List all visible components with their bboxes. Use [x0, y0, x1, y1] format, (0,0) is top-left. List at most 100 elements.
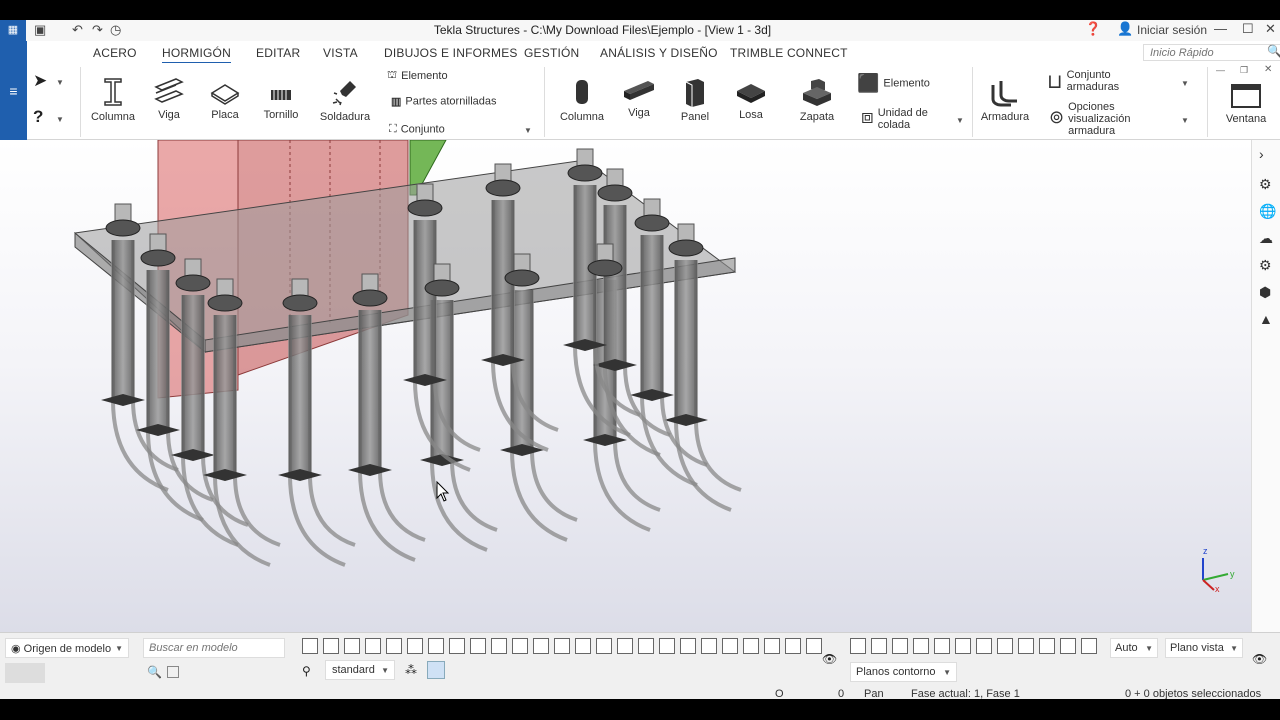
anchor-washer-plate[interactable]	[278, 469, 322, 481]
selection-switch-icon[interactable]	[701, 638, 717, 654]
expand-panel-icon[interactable]: ›	[1259, 146, 1277, 164]
selection-filter-select[interactable]: standard ▼	[325, 660, 395, 680]
ribbon-minimize-icon[interactable]: —	[1216, 65, 1225, 75]
steel-element-button[interactable]: ⛫ Elemento	[387, 69, 448, 83]
signin-link[interactable]: Iniciar sesión	[1137, 23, 1207, 37]
panel-button[interactable]: Panel	[670, 77, 720, 123]
anchor-nut[interactable]	[352, 289, 388, 307]
selection-switch-icon[interactable]	[659, 638, 675, 654]
anchor-rod[interactable]	[182, 295, 204, 455]
selection-switch-icon[interactable]	[323, 638, 339, 654]
maximize-icon[interactable]: ☐	[1242, 21, 1254, 37]
selection-switch-icon[interactable]	[575, 638, 591, 654]
snap-switch-icon[interactable]	[1018, 638, 1034, 654]
tab-acero[interactable]: ACERO	[93, 46, 137, 60]
tab-editar[interactable]: EDITAR	[256, 46, 300, 60]
concrete-column-button[interactable]: Columna	[554, 77, 610, 123]
ribbon-close-icon[interactable]: ✕	[1264, 64, 1272, 75]
selection-switch-icon[interactable]	[428, 638, 444, 654]
anchor-washer-plate[interactable]	[203, 469, 247, 481]
steel-more-dropdown-icon[interactable]: ▼	[524, 126, 532, 135]
snap-switch-icon[interactable]	[1081, 638, 1097, 654]
anchor-rod[interactable]	[604, 205, 626, 365]
selection-switch-icon[interactable]	[344, 638, 360, 654]
rebar-button[interactable]: Armadura	[977, 77, 1033, 123]
search-icon[interactable]: 🔍	[1267, 44, 1280, 58]
select-assembly-icon[interactable]	[427, 661, 445, 679]
anchor-nut[interactable]	[105, 219, 141, 237]
filter-icon[interactable]: ⚲	[302, 664, 311, 678]
snap-switch-icon[interactable]	[976, 638, 992, 654]
anchor-washer-plate[interactable]	[630, 389, 674, 401]
selection-switch-icon[interactable]	[386, 638, 402, 654]
snap-switch-icon[interactable]	[934, 638, 950, 654]
status-phase[interactable]: Fase actual: 1, Fase 1	[911, 688, 1020, 699]
work-plane-selector[interactable]: ◉ Origen de modelo ▼	[5, 638, 129, 658]
snap-depth-select[interactable]: Auto ▼	[1110, 638, 1158, 658]
anchor-rod[interactable]	[414, 220, 436, 380]
tab-vista[interactable]: VISTA	[323, 46, 358, 60]
selection-switch-icon[interactable]	[491, 638, 507, 654]
snap-buttons[interactable]	[5, 663, 45, 683]
selection-switch-icon[interactable]	[764, 638, 780, 654]
snap-switch-icon[interactable]	[1039, 638, 1055, 654]
selection-switch-icon[interactable]	[449, 638, 465, 654]
close-icon[interactable]: ✕	[1265, 21, 1276, 37]
anchor-nut[interactable]	[504, 269, 540, 287]
bolted-parts-button[interactable]: ▥ Partes atornilladas	[391, 95, 497, 108]
selection-switch-icon[interactable]	[638, 638, 654, 654]
settings-icon[interactable]: ⚙	[1259, 257, 1277, 275]
tab-hormigon[interactable]: HORMIGÓN	[162, 46, 231, 64]
snap-switch-icon[interactable]	[955, 638, 971, 654]
snap-switch-icon[interactable]	[1060, 638, 1076, 654]
snap-switch-icon[interactable]	[997, 638, 1013, 654]
selection-switch-icon[interactable]	[554, 638, 570, 654]
anchor-nut[interactable]	[175, 274, 211, 292]
select-dropdown-icon[interactable]: ▼	[56, 78, 64, 87]
snap-switch-icon[interactable]	[892, 638, 908, 654]
snap-switch-icon[interactable]	[871, 638, 887, 654]
tab-gestion[interactable]: GESTIÓN	[524, 46, 579, 60]
selection-switch-icon[interactable]	[302, 638, 318, 654]
contour-planes-select[interactable]: Planos contorno ▼	[850, 662, 957, 682]
concrete-element-button[interactable]: ⬛ Elemento	[857, 73, 930, 94]
anchor-nut[interactable]	[424, 279, 460, 297]
search-icon[interactable]: 🔍	[147, 665, 162, 679]
selection-switch-icon[interactable]	[785, 638, 801, 654]
selection-switch-icon[interactable]	[470, 638, 486, 654]
side-pane-toggle[interactable]: ≡	[0, 41, 27, 140]
minimize-icon[interactable]: —	[1214, 21, 1227, 36]
selection-switch-icon[interactable]	[743, 638, 759, 654]
rebar-assembly-button[interactable]: ⊔ Conjunto armaduras	[1047, 69, 1197, 94]
selection-switch-icon[interactable]	[512, 638, 528, 654]
rebar-display-dropdown-icon[interactable]: ▼	[1181, 116, 1189, 125]
footing-button[interactable]: Zapata	[791, 77, 843, 123]
steel-beam-button[interactable]: Viga	[145, 77, 193, 121]
anchor-washer-plate[interactable]	[664, 414, 708, 426]
anchor-washer-plate[interactable]	[136, 424, 180, 436]
catalog-icon[interactable]: ⬢	[1259, 284, 1277, 302]
anchor-washer-plate[interactable]	[583, 434, 627, 446]
anchor-nut[interactable]	[587, 259, 623, 277]
anchor-nut[interactable]	[282, 294, 318, 312]
selection-switch-icon[interactable]	[407, 638, 423, 654]
tab-analisis-diseno[interactable]: ANÁLISIS Y DISEÑO	[600, 46, 718, 60]
selection-switch-icon[interactable]	[596, 638, 612, 654]
plane-view-select[interactable]: Plano vista ▼	[1165, 638, 1243, 658]
ribbon-restore-icon[interactable]: ❐	[1240, 65, 1248, 76]
selection-switch-icon[interactable]	[365, 638, 381, 654]
anchor-rod[interactable]	[359, 310, 381, 470]
anchor-washer-plate[interactable]	[101, 394, 145, 406]
steel-assembly-button[interactable]: ⛶ Conjunto	[389, 123, 445, 136]
anchor-nut[interactable]	[634, 214, 670, 232]
concrete-beam-button[interactable]: Viga	[615, 79, 663, 119]
pour-unit-button[interactable]: ⧈ Unidad de colada	[861, 106, 961, 131]
selection-switch-icon[interactable]	[680, 638, 696, 654]
visibility-eye-icon[interactable]: 👁	[822, 652, 837, 666]
globe-icon[interactable]: 🌐	[1259, 203, 1277, 221]
rebar-display-options-button[interactable]: ⊚ Opciones visualización armadura	[1049, 101, 1199, 137]
anchor-nut[interactable]	[597, 184, 633, 202]
inquire-icon[interactable]: ?	[33, 107, 43, 127]
zoom-selected-icon[interactable]	[167, 666, 179, 678]
user-icon[interactable]: 👤	[1117, 21, 1133, 37]
